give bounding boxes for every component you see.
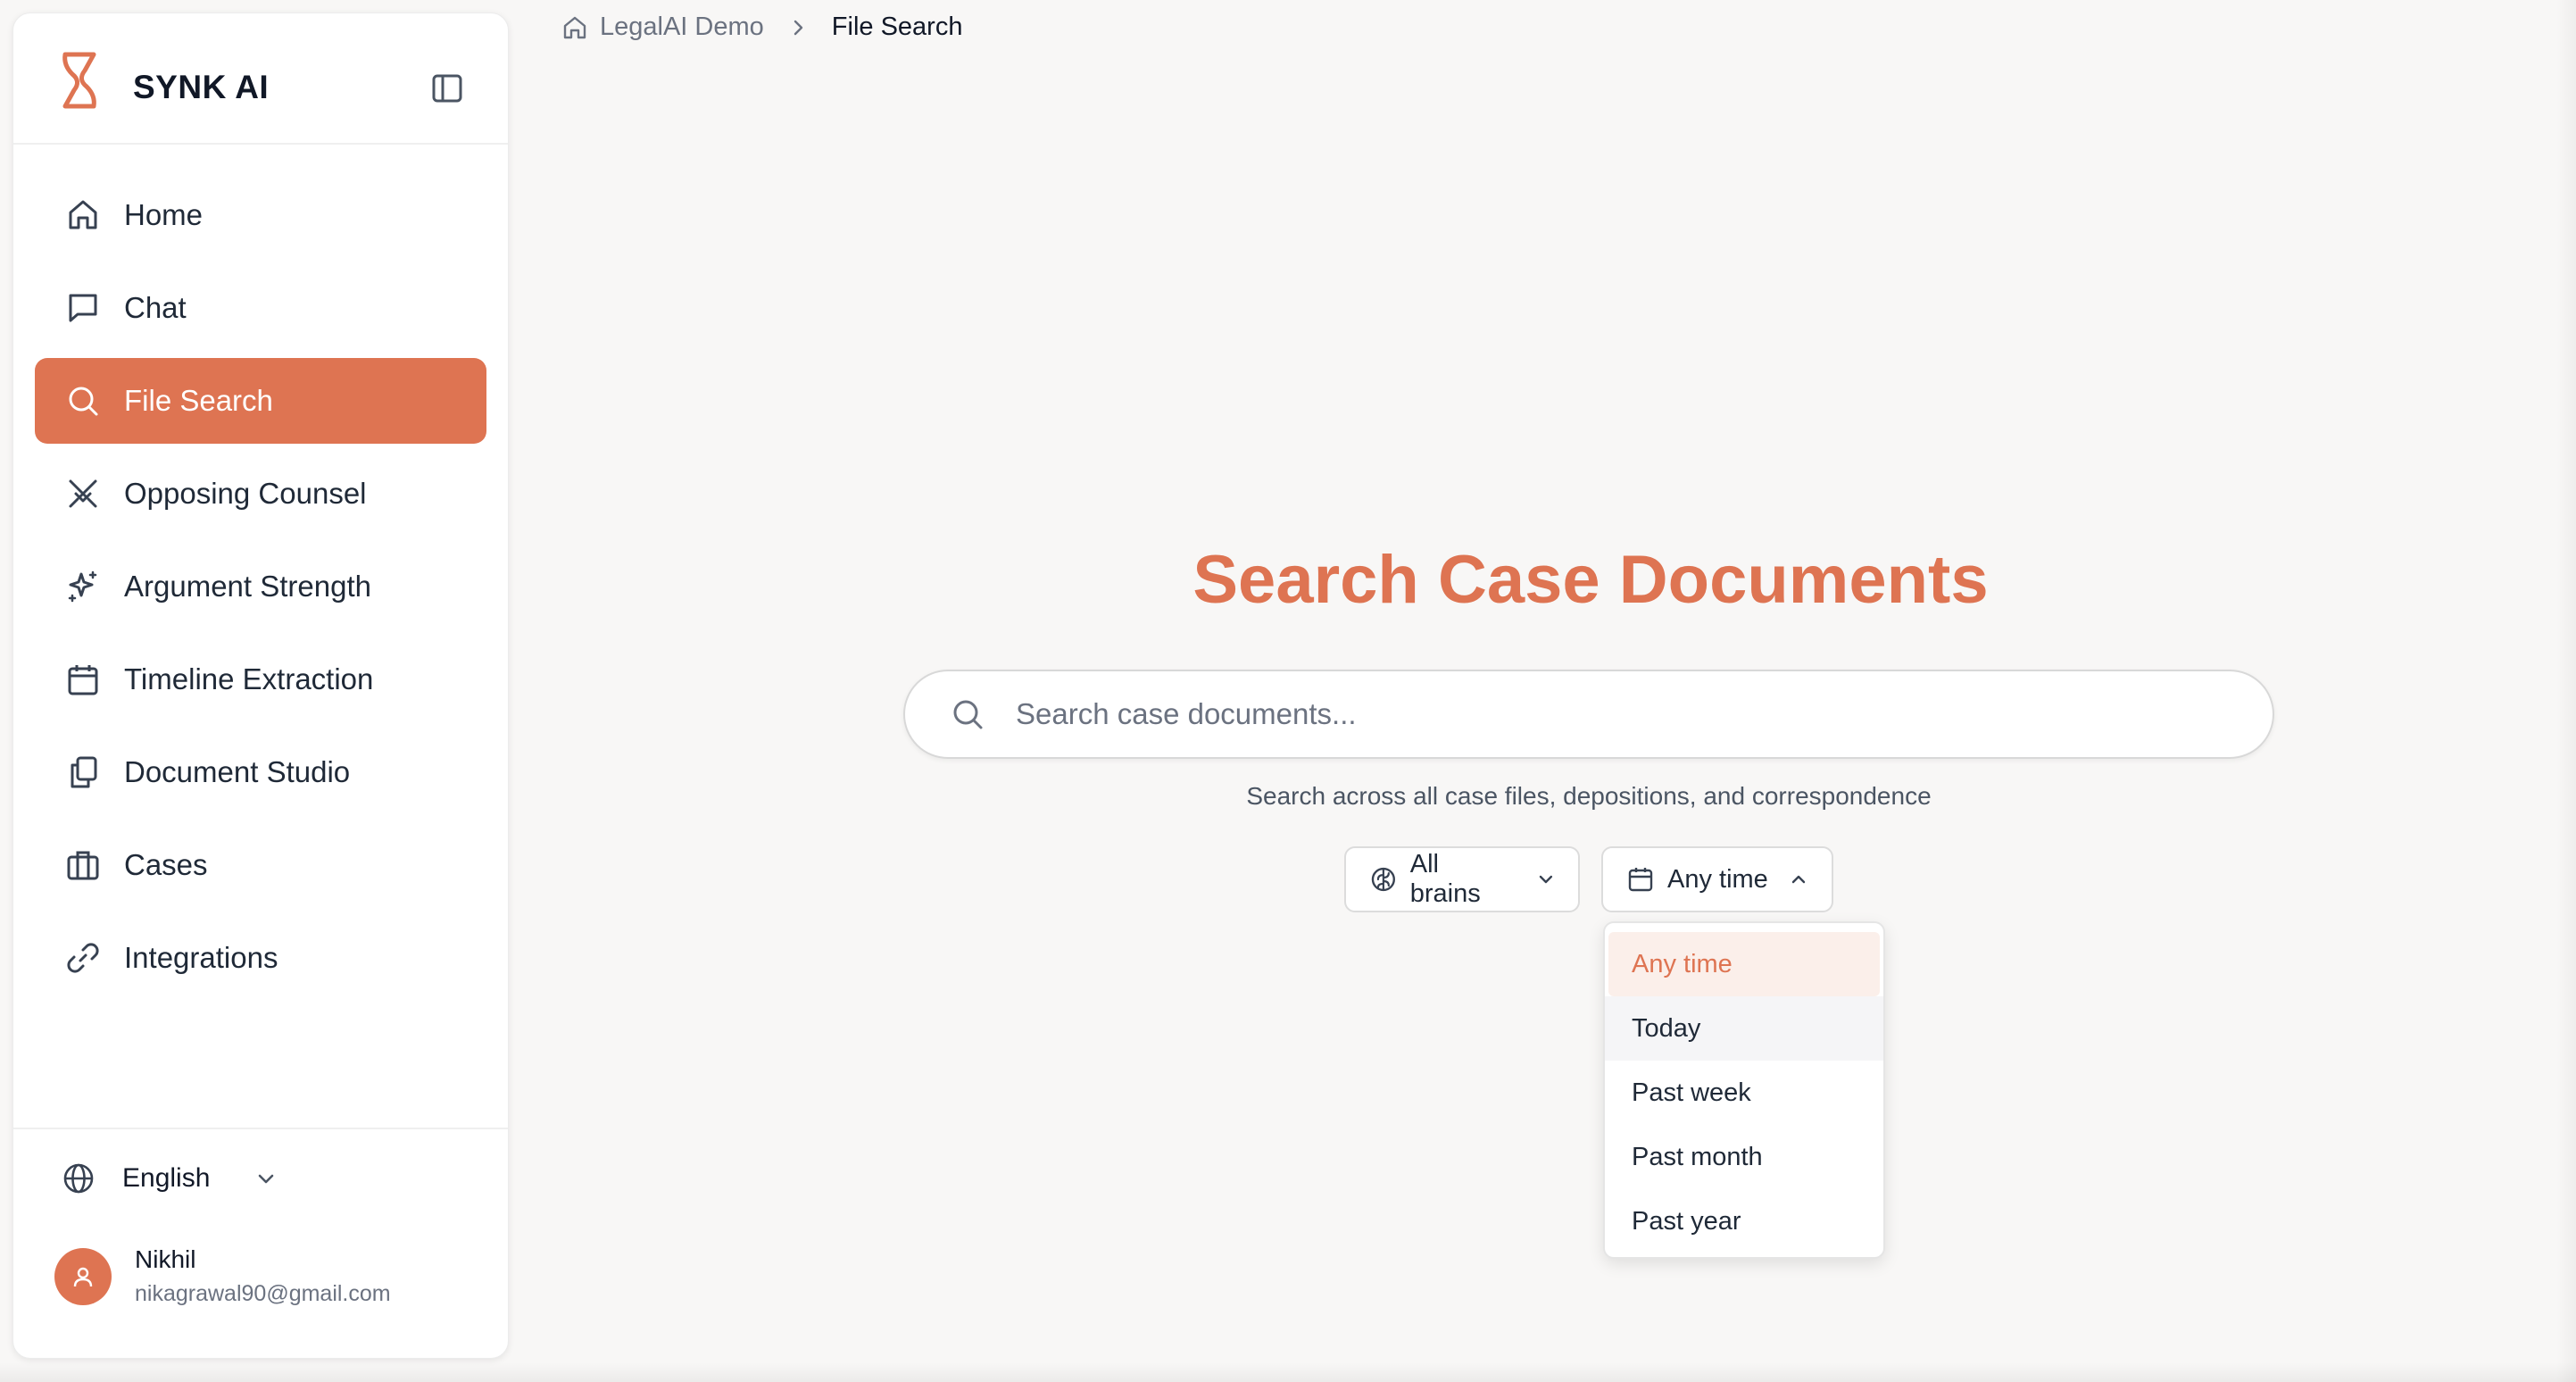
time-option-today[interactable]: Today xyxy=(1605,996,1883,1061)
time-option-past-year[interactable]: Past year xyxy=(1605,1189,1883,1253)
sidebar-item-timeline-extraction[interactable]: Timeline Extraction xyxy=(35,637,486,722)
language-label: English xyxy=(122,1163,211,1193)
bottom-edge-shadow xyxy=(0,1362,2576,1382)
time-option-past-week[interactable]: Past week xyxy=(1605,1061,1883,1125)
sidebar-header: SYNK AI xyxy=(13,13,508,145)
sidebar-item-document-studio[interactable]: Document Studio xyxy=(35,729,486,815)
documents-icon xyxy=(71,756,97,788)
search-icon xyxy=(69,387,98,416)
chevron-down-icon xyxy=(259,1174,274,1184)
sidebar-item-label: Cases xyxy=(124,848,208,881)
sidebar-item-opposing-counsel[interactable]: Opposing Counsel xyxy=(35,451,486,537)
brand-name: SYNK AI xyxy=(133,69,270,105)
chat-icon xyxy=(69,294,97,322)
brains-filter-button[interactable]: All brains xyxy=(1344,846,1580,912)
link-icon xyxy=(67,943,99,973)
sidebar-item-label: Home xyxy=(124,198,204,231)
sidebar-item-label: Document Studio xyxy=(124,755,351,788)
user-icon xyxy=(73,1267,93,1286)
sidebar-item-label: Timeline Extraction xyxy=(124,662,374,695)
brains-filter-label: All brains xyxy=(1409,850,1481,908)
sidebar-item-label: Argument Strength xyxy=(124,570,371,603)
sidebar: SYNK AI Home Chat File Search Opposing C… xyxy=(12,12,509,1359)
sidebar-toggle-icon[interactable] xyxy=(431,72,463,104)
swords-icon xyxy=(69,479,97,508)
chevron-up-icon xyxy=(1791,875,1806,884)
sidebar-item-label: Chat xyxy=(124,291,187,324)
user-name: Nikhil xyxy=(135,1245,196,1273)
home-icon[interactable] xyxy=(561,13,589,42)
time-filter-dropdown: Any time Today Past week Past month Past… xyxy=(1603,921,1885,1259)
brain-icon xyxy=(1371,867,1395,892)
sidebar-item-home[interactable]: Home xyxy=(35,172,486,258)
chevron-right-icon xyxy=(794,20,802,35)
hourglass-s-icon[interactable] xyxy=(58,49,103,112)
search-bar[interactable] xyxy=(903,670,2274,759)
user-info: Nikhil nikagrawal90@gmail.com xyxy=(135,1245,391,1307)
time-option-past-month[interactable]: Past month xyxy=(1605,1125,1883,1189)
sidebar-item-label: File Search xyxy=(124,384,273,417)
time-option-any-time[interactable]: Any time xyxy=(1608,932,1880,996)
sidebar-item-cases[interactable]: Cases xyxy=(35,822,486,908)
sidebar-item-label: Opposing Counsel xyxy=(124,477,367,510)
time-filter-button[interactable]: Any time xyxy=(1601,846,1833,912)
search-helper-text: Search across all case files, deposition… xyxy=(1246,782,1932,810)
sparkles-icon xyxy=(68,570,97,603)
sidebar-item-label: Integrations xyxy=(124,941,278,974)
user-profile[interactable]: Nikhil nikagrawal90@gmail.com xyxy=(54,1245,391,1307)
sidebar-item-integrations[interactable]: Integrations xyxy=(35,915,486,1001)
globe-icon xyxy=(63,1163,94,1194)
avatar[interactable] xyxy=(54,1247,112,1305)
briefcase-icon xyxy=(67,851,99,880)
user-email: nikagrawal90@gmail.com xyxy=(135,1281,391,1306)
calendar-icon xyxy=(68,665,98,695)
breadcrumb: LegalAI Demo File Search xyxy=(561,12,962,42)
sidebar-item-chat[interactable]: Chat xyxy=(35,265,486,351)
breadcrumb-parent[interactable]: LegalAI Demo xyxy=(600,12,764,42)
search-icon xyxy=(953,700,983,729)
right-edge-shadow xyxy=(2556,0,2576,1382)
page-title: Search Case Documents xyxy=(1192,542,1989,618)
sidebar-item-file-search[interactable]: File Search xyxy=(35,358,486,444)
search-input[interactable] xyxy=(1014,696,2178,732)
chevron-down-icon xyxy=(1539,875,1553,884)
breadcrumb-current: File Search xyxy=(831,12,963,41)
sidebar-item-argument-strength[interactable]: Argument Strength xyxy=(35,544,486,629)
home-icon xyxy=(69,200,97,229)
calendar-icon xyxy=(1628,868,1653,892)
time-filter-label: Any time xyxy=(1667,864,1768,894)
sidebar-footer: English Nikhil nikagrawal90@gmail.com xyxy=(13,1128,508,1358)
language-selector[interactable]: English xyxy=(62,1161,278,1195)
sidebar-nav: Home Chat File Search Opposing Counsel A… xyxy=(35,172,486,1008)
